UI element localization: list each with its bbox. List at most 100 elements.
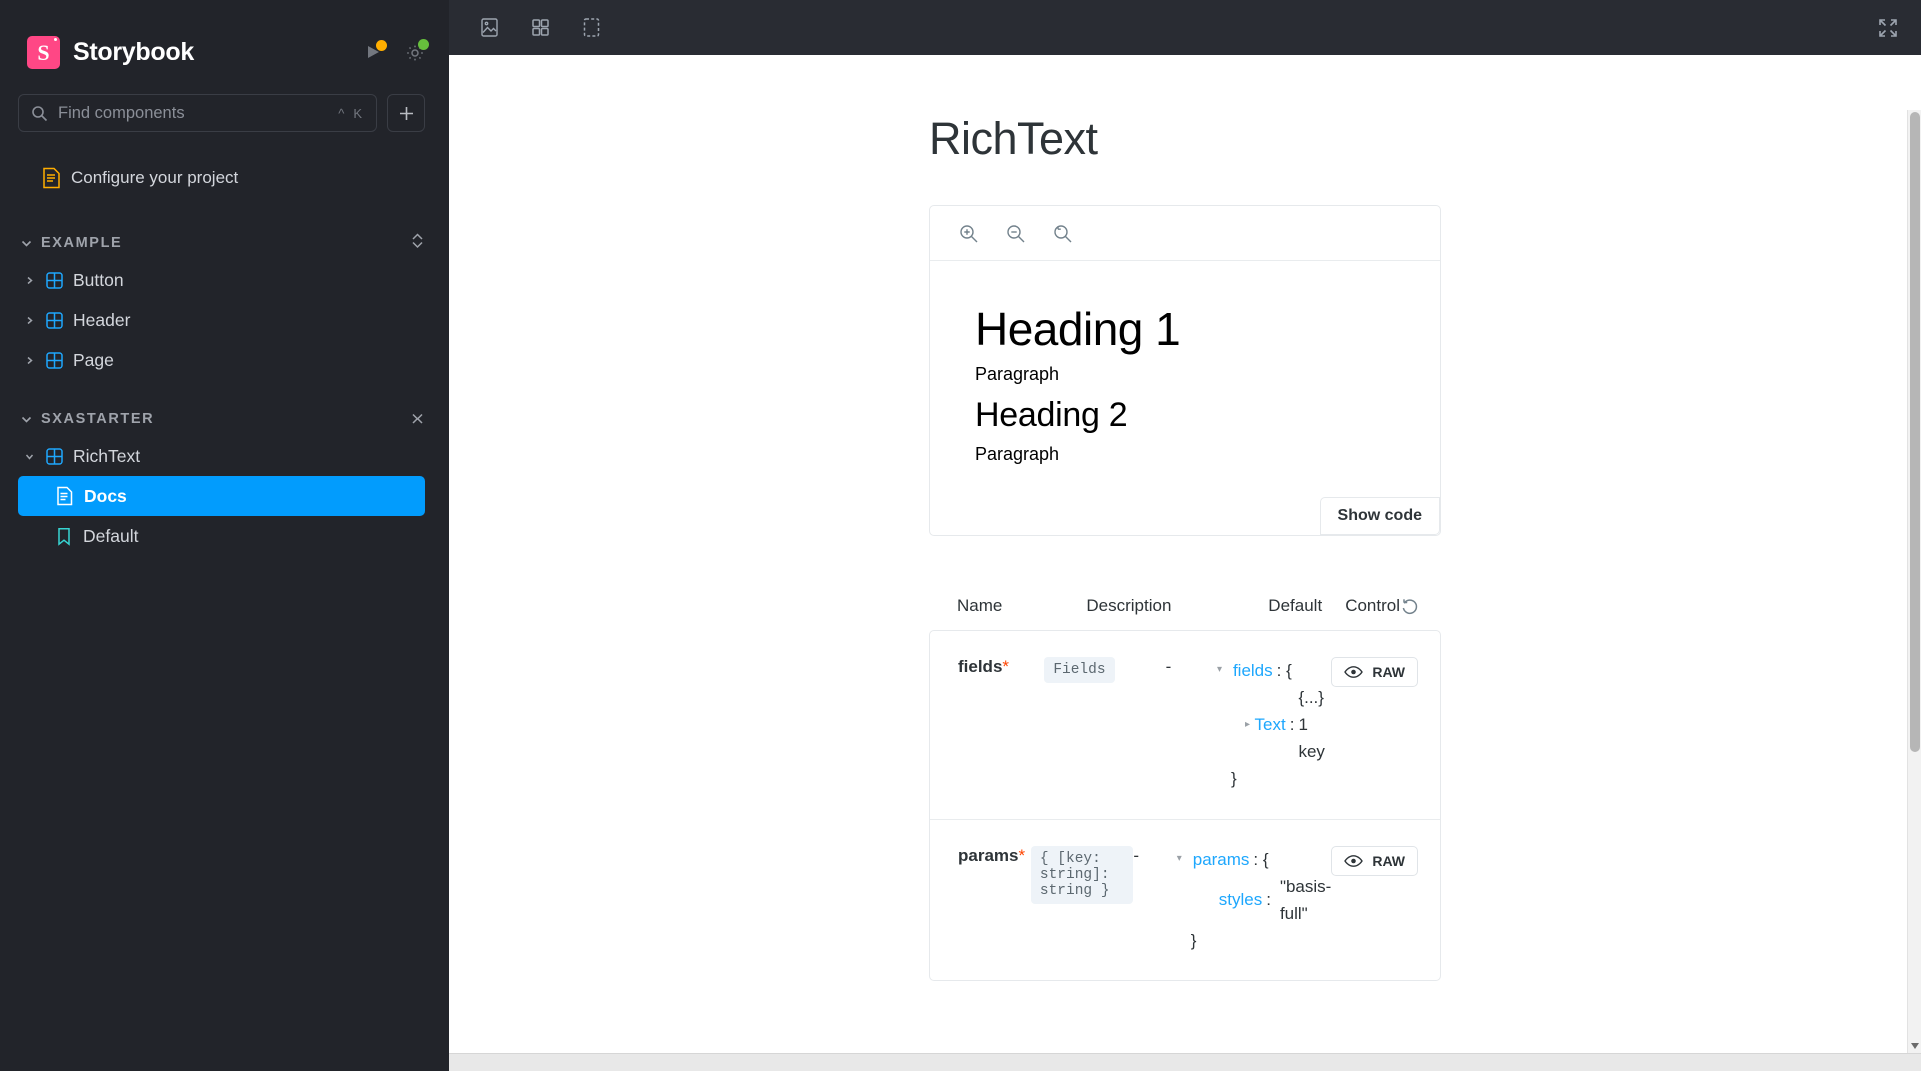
sidebar-item-button[interactable]: Button	[0, 260, 449, 300]
json-value: "basis-full"	[1279, 876, 1332, 923]
arg-name-text: fields	[958, 656, 1003, 676]
required-marker: *	[1018, 845, 1026, 865]
arg-default: -	[1165, 656, 1172, 676]
raw-label: RAW	[1372, 663, 1405, 680]
preview-heading-2: Heading 2	[975, 395, 1128, 434]
collapse-all-icon[interactable]	[410, 407, 425, 431]
sidebar-item-label: RichText	[73, 445, 141, 466]
story-icon	[58, 527, 70, 546]
sidebar-item-page[interactable]: Page	[0, 340, 449, 380]
fullscreen-icon[interactable]	[1877, 17, 1899, 39]
sidebar-item-configure[interactable]: Configure your project	[0, 158, 449, 198]
required-marker: *	[1002, 656, 1010, 676]
column-header-default: Default	[1268, 595, 1323, 615]
component-icon	[46, 351, 63, 369]
sidebar-item-label: Default	[83, 525, 139, 546]
json-root-line[interactable]: ▾ fields : {	[1217, 657, 1331, 684]
storybook-app: S Storybook Find components ^ K Configur…	[0, 0, 1921, 1071]
sidebar-brand[interactable]: S Storybook	[0, 0, 449, 80]
json-close-line: }	[1177, 927, 1332, 954]
type-chip: { [key: string]: string }	[1030, 845, 1134, 904]
chevron-down-icon	[22, 451, 36, 462]
arg-name: fields*	[958, 657, 1044, 793]
zoom-out-icon[interactable]	[1005, 223, 1026, 244]
preview-card: Heading 1 Paragraph Heading 2 Paragraph …	[929, 205, 1441, 536]
arg-control: ▾ fields : { ▸ Text : {...} 1 key} RAW	[1217, 656, 1440, 793]
json-punct: }	[1190, 931, 1197, 951]
raw-toggle-button[interactable]: RAW	[1331, 656, 1418, 687]
sidebar-item-docs[interactable]: Docs	[18, 476, 425, 516]
collapse-all-icon[interactable]	[410, 231, 425, 255]
component-icon	[46, 271, 63, 289]
preview-wrapper: Heading 1 Paragraph Heading 2 Paragraph …	[929, 205, 1441, 536]
json-child-line[interactable]: styles : "basis-full"	[1177, 873, 1332, 927]
json-key[interactable]: fields	[1233, 657, 1273, 684]
component-icon	[46, 311, 63, 329]
chevron-down-icon	[21, 240, 32, 247]
configure-label: Configure your project	[71, 168, 239, 187]
zoom-in-icon[interactable]	[958, 223, 979, 244]
preview-heading-1: Heading 1	[975, 303, 1181, 355]
column-header-control: Control	[1345, 595, 1400, 615]
type-chip: Fields	[1044, 656, 1115, 683]
caret-down-icon[interactable]: ▾	[1217, 662, 1229, 678]
json-tree: ▾ params : { styles : "basis-full"}	[1177, 846, 1332, 955]
bottom-bar	[449, 1053, 1921, 1071]
arg-name: params*	[958, 846, 1031, 955]
sidebar-section-example[interactable]: EXAMPLE	[0, 226, 449, 260]
vertical-scrollbar[interactable]	[1907, 110, 1921, 1053]
chevron-right-icon	[22, 275, 36, 286]
sidebar-item-default[interactable]: Default	[0, 516, 449, 556]
caret-down-icon[interactable]: ▾	[1177, 851, 1189, 867]
background-icon[interactable]	[479, 17, 500, 38]
reset-controls-icon[interactable]	[1400, 597, 1441, 616]
json-close-line: }	[1217, 765, 1331, 792]
component-icon	[46, 447, 63, 465]
json-punct: }	[1230, 769, 1237, 789]
show-code-button[interactable]: Show code	[1319, 496, 1440, 535]
raw-toggle-button[interactable]: RAW	[1331, 845, 1418, 876]
brand-title: Storybook	[73, 38, 194, 66]
json-punct: : {	[1276, 660, 1292, 680]
settings-badge	[418, 38, 429, 50]
shortcuts-icon[interactable]	[365, 39, 387, 62]
scrollbar-thumb[interactable]	[1910, 112, 1920, 752]
zoom-reset-icon[interactable]	[1052, 223, 1073, 244]
measure-icon[interactable]	[581, 17, 602, 38]
json-root-line[interactable]: ▾ params : {	[1177, 846, 1332, 873]
sidebar-tree: Configure your project EXAMPLE Button He…	[0, 132, 449, 1071]
plus-icon	[399, 106, 413, 120]
gear-icon[interactable]	[405, 38, 429, 63]
table-row: fields* Fields - ▾ fields: {▸ Text: {…	[930, 631, 1440, 820]
main-area: RichText Heading 1 Paragraph Heading 2 P…	[449, 0, 1921, 1071]
page-title: RichText	[929, 113, 1098, 164]
search-input[interactable]: Find components ^ K	[18, 94, 377, 132]
args-table: Name Description Default Control fields*…	[929, 596, 1441, 982]
sidebar-item-richtext[interactable]: RichText	[0, 436, 449, 476]
docs-content: RichText Heading 1 Paragraph Heading 2 P…	[449, 55, 1921, 1021]
docs-scroll-area: RichText Heading 1 Paragraph Heading 2 P…	[449, 55, 1921, 1053]
sidebar: S Storybook Find components ^ K Configur…	[0, 0, 449, 1071]
json-key[interactable]: params	[1193, 846, 1250, 873]
eye-icon	[1344, 665, 1364, 678]
json-key[interactable]: Text	[1255, 711, 1286, 738]
json-punct: :	[1266, 890, 1271, 910]
shortcuts-badge	[376, 39, 387, 51]
eye-icon	[1344, 854, 1364, 867]
arg-description: { [key: string]: string }	[1030, 845, 1134, 955]
sidebar-item-header[interactable]: Header	[0, 300, 449, 340]
scroll-down-arrow[interactable]	[1911, 1043, 1919, 1049]
json-punct: :	[1289, 715, 1295, 735]
chevron-down-icon	[21, 416, 32, 423]
section-label: SXASTARTER	[41, 411, 155, 427]
add-component-button[interactable]	[387, 94, 425, 132]
sidebar-section-sxastarter[interactable]: SXASTARTER	[0, 402, 449, 436]
grid-icon[interactable]	[530, 17, 551, 38]
json-child-line[interactable]: ▸ Text : {...} 1 key	[1217, 684, 1331, 766]
arg-description: Fields	[1044, 656, 1165, 793]
sidebar-item-label: Docs	[84, 485, 127, 506]
sidebar-item-label: Button	[73, 269, 124, 290]
json-key[interactable]: styles	[1219, 886, 1262, 913]
caret-right-icon[interactable]: ▸	[1245, 717, 1251, 733]
search-icon	[32, 105, 48, 121]
